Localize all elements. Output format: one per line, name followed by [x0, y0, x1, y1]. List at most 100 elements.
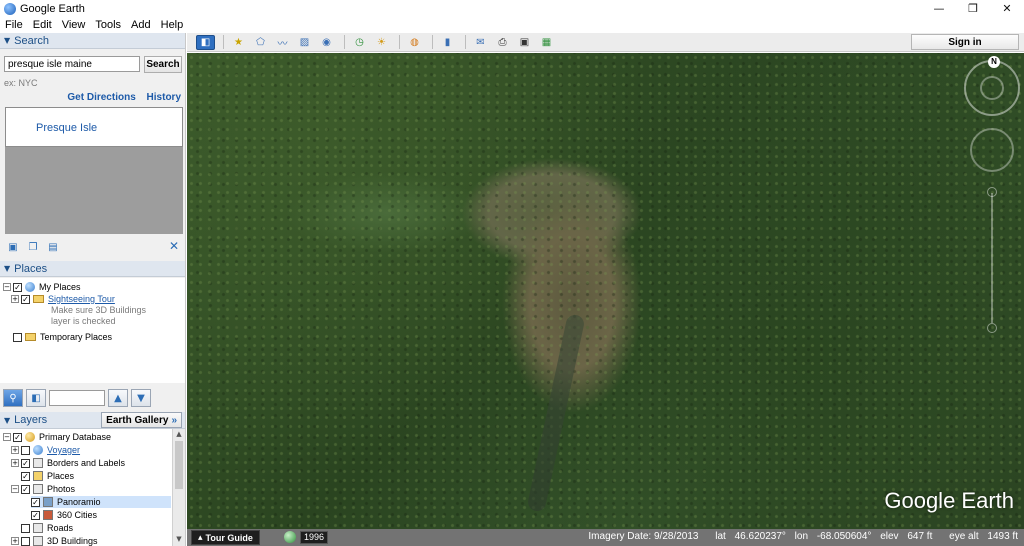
scroll-up-icon[interactable]: ▲	[173, 430, 185, 438]
photos-checkbox[interactable]: ✓	[21, 484, 30, 494]
places-section-header[interactable]: ▼ Places	[0, 261, 185, 277]
sightseeing-tour-link[interactable]: Sightseeing Tour	[48, 294, 115, 304]
menu-help[interactable]: Help	[156, 19, 189, 31]
scroll-down-icon[interactable]: ▼	[173, 535, 185, 543]
tree-row-photos[interactable]: − ✓ Photos	[11, 483, 75, 495]
menu-tools[interactable]: Tools	[90, 19, 126, 31]
get-directions-link[interactable]: Get Directions	[67, 92, 135, 103]
places-checkbox[interactable]: ✓	[21, 471, 30, 481]
tree-row-3d-buildings[interactable]: + 3D Buildings	[11, 535, 98, 546]
temporary-checkbox[interactable]	[13, 332, 22, 342]
satellite-imagery[interactable]	[187, 53, 1024, 529]
sign-in-button[interactable]: Sign in	[911, 34, 1019, 50]
toolbar-separator	[344, 35, 345, 49]
email-icon[interactable]: ✉	[471, 35, 490, 50]
menu-view[interactable]: View	[57, 19, 91, 31]
close-button[interactable]: ✕	[990, 0, 1024, 17]
record-tour-icon[interactable]: ◉	[317, 35, 336, 50]
zoom-out-icon[interactable]	[987, 323, 997, 333]
compass-ring[interactable]	[980, 76, 1004, 100]
expand-icon[interactable]: +	[11, 446, 19, 454]
menu-edit[interactable]: Edit	[28, 19, 57, 31]
search-results: Presque Isle	[5, 107, 183, 147]
move-down-icon[interactable]: ▼	[131, 389, 151, 407]
history-link[interactable]: History	[147, 92, 181, 103]
menu-file[interactable]: File	[0, 19, 28, 31]
image-overlay-icon[interactable]: ▨	[295, 35, 314, 50]
expand-icon[interactable]: +	[11, 459, 19, 467]
collapse-icon[interactable]: −	[11, 485, 19, 493]
places-filter-input[interactable]	[49, 390, 105, 406]
tree-row-roads[interactable]: Roads	[21, 522, 73, 534]
tree-row-sightseeing[interactable]: + ✓ Sightseeing Tour	[11, 293, 115, 305]
layers-scrollbar[interactable]: ▲ ▼	[172, 429, 185, 546]
voyager-checkbox[interactable]	[21, 445, 30, 455]
restore-button[interactable]: ❐	[956, 0, 990, 17]
placemark-icon[interactable]: ★	[229, 35, 248, 50]
polygon-icon[interactable]: ⬠	[251, 35, 270, 50]
panel-toggle-icon[interactable]: ◧	[26, 389, 46, 407]
clear-results-icon[interactable]: ✕	[169, 239, 179, 253]
tree-row-borders[interactable]: + ✓ Borders and Labels	[11, 457, 125, 469]
sidebar-toggle-icon[interactable]: ◧	[196, 34, 215, 50]
places-icon	[33, 471, 43, 481]
tour-guide-button[interactable]: ▴ Tour Guide	[191, 530, 260, 545]
copy-icon[interactable]: ❐	[26, 241, 40, 253]
view-in-maps-icon[interactable]: ▦	[537, 35, 556, 50]
historical-imagery-icon[interactable]: ◷	[350, 35, 369, 50]
tree-row-temporary[interactable]: Temporary Places	[13, 331, 112, 343]
tree-row-panoramio[interactable]: ✓ Panoramio	[31, 496, 171, 508]
toolbar-separator	[432, 35, 433, 49]
print-icon[interactable]: ▤	[46, 241, 60, 253]
zoom-slider[interactable]	[991, 193, 993, 323]
imagery-year[interactable]: 1996	[300, 531, 329, 544]
scroll-thumb[interactable]	[175, 441, 183, 489]
panoramio-checkbox[interactable]: ✓	[31, 497, 40, 507]
roads-checkbox[interactable]	[21, 523, 30, 533]
3d-buildings-checkbox[interactable]	[21, 536, 30, 546]
collapse-icon[interactable]: −	[3, 433, 11, 441]
note-line-2: layer is checked	[51, 316, 116, 326]
tree-row-voyager[interactable]: + Voyager	[11, 444, 80, 456]
menu-add[interactable]: Add	[126, 19, 156, 31]
tree-row-primary-database[interactable]: − ✓ Primary Database	[3, 431, 111, 443]
tree-row-my-places[interactable]: − ✓ My Places	[3, 281, 81, 293]
ruler-icon[interactable]: ▮	[438, 35, 457, 50]
sightseeing-checkbox[interactable]: ✓	[21, 294, 30, 304]
earth-view: ◧ ★ ⬠ 〰 ▨ ◉ ◷ ☀ ◍ ▮ ✉ ⎙ ▣ ▦ Sign in N Go…	[187, 33, 1024, 546]
sunlight-icon[interactable]: ☀	[372, 35, 391, 50]
expand-icon[interactable]: +	[11, 537, 19, 545]
360-cities-checkbox[interactable]: ✓	[31, 510, 40, 520]
search-input[interactable]	[4, 56, 140, 72]
north-indicator[interactable]: N	[988, 56, 1000, 68]
expand-icon[interactable]: +	[11, 295, 19, 303]
borders-checkbox[interactable]: ✓	[21, 458, 30, 468]
tree-row-places[interactable]: ✓ Places	[21, 470, 74, 482]
path-icon[interactable]: 〰	[273, 35, 292, 50]
lat-value: 46.620237°	[734, 531, 786, 542]
historical-imagery-icon[interactable]	[284, 531, 296, 543]
move-up-icon[interactable]: ▲	[108, 389, 128, 407]
search-button[interactable]: Search	[144, 56, 182, 73]
tree-row-360-cities[interactable]: ✓ 360 Cities	[31, 509, 97, 521]
collapse-icon[interactable]: −	[3, 283, 11, 291]
layers-section-header[interactable]: ▼ Layers Earth Gallery »	[0, 412, 185, 429]
print-icon[interactable]: ⎙	[493, 35, 512, 50]
my-places-checkbox[interactable]: ✓	[13, 282, 22, 292]
search-result-item[interactable]: Presque Isle	[36, 122, 97, 134]
save-image-icon[interactable]: ▣	[515, 35, 534, 50]
primary-database-checkbox[interactable]: ✓	[13, 432, 22, 442]
search-places-icon[interactable]: ⚲	[3, 389, 23, 407]
earth-gallery-button[interactable]: Earth Gallery »	[101, 412, 182, 428]
look-joystick[interactable]	[970, 128, 1014, 172]
search-results-empty-area	[5, 147, 183, 234]
compass-control[interactable]: N	[964, 56, 1020, 116]
elev-label: elev	[880, 531, 899, 542]
minimize-button[interactable]: —	[922, 0, 956, 17]
search-links: Get Directions History	[59, 92, 181, 103]
search-section-header[interactable]: ▼ Search	[0, 33, 185, 49]
window-controls: — ❐ ✕	[922, 0, 1024, 17]
add-to-places-icon[interactable]: ▣	[6, 241, 20, 253]
planets-icon[interactable]: ◍	[405, 35, 424, 50]
voyager-link[interactable]: Voyager	[47, 445, 80, 455]
